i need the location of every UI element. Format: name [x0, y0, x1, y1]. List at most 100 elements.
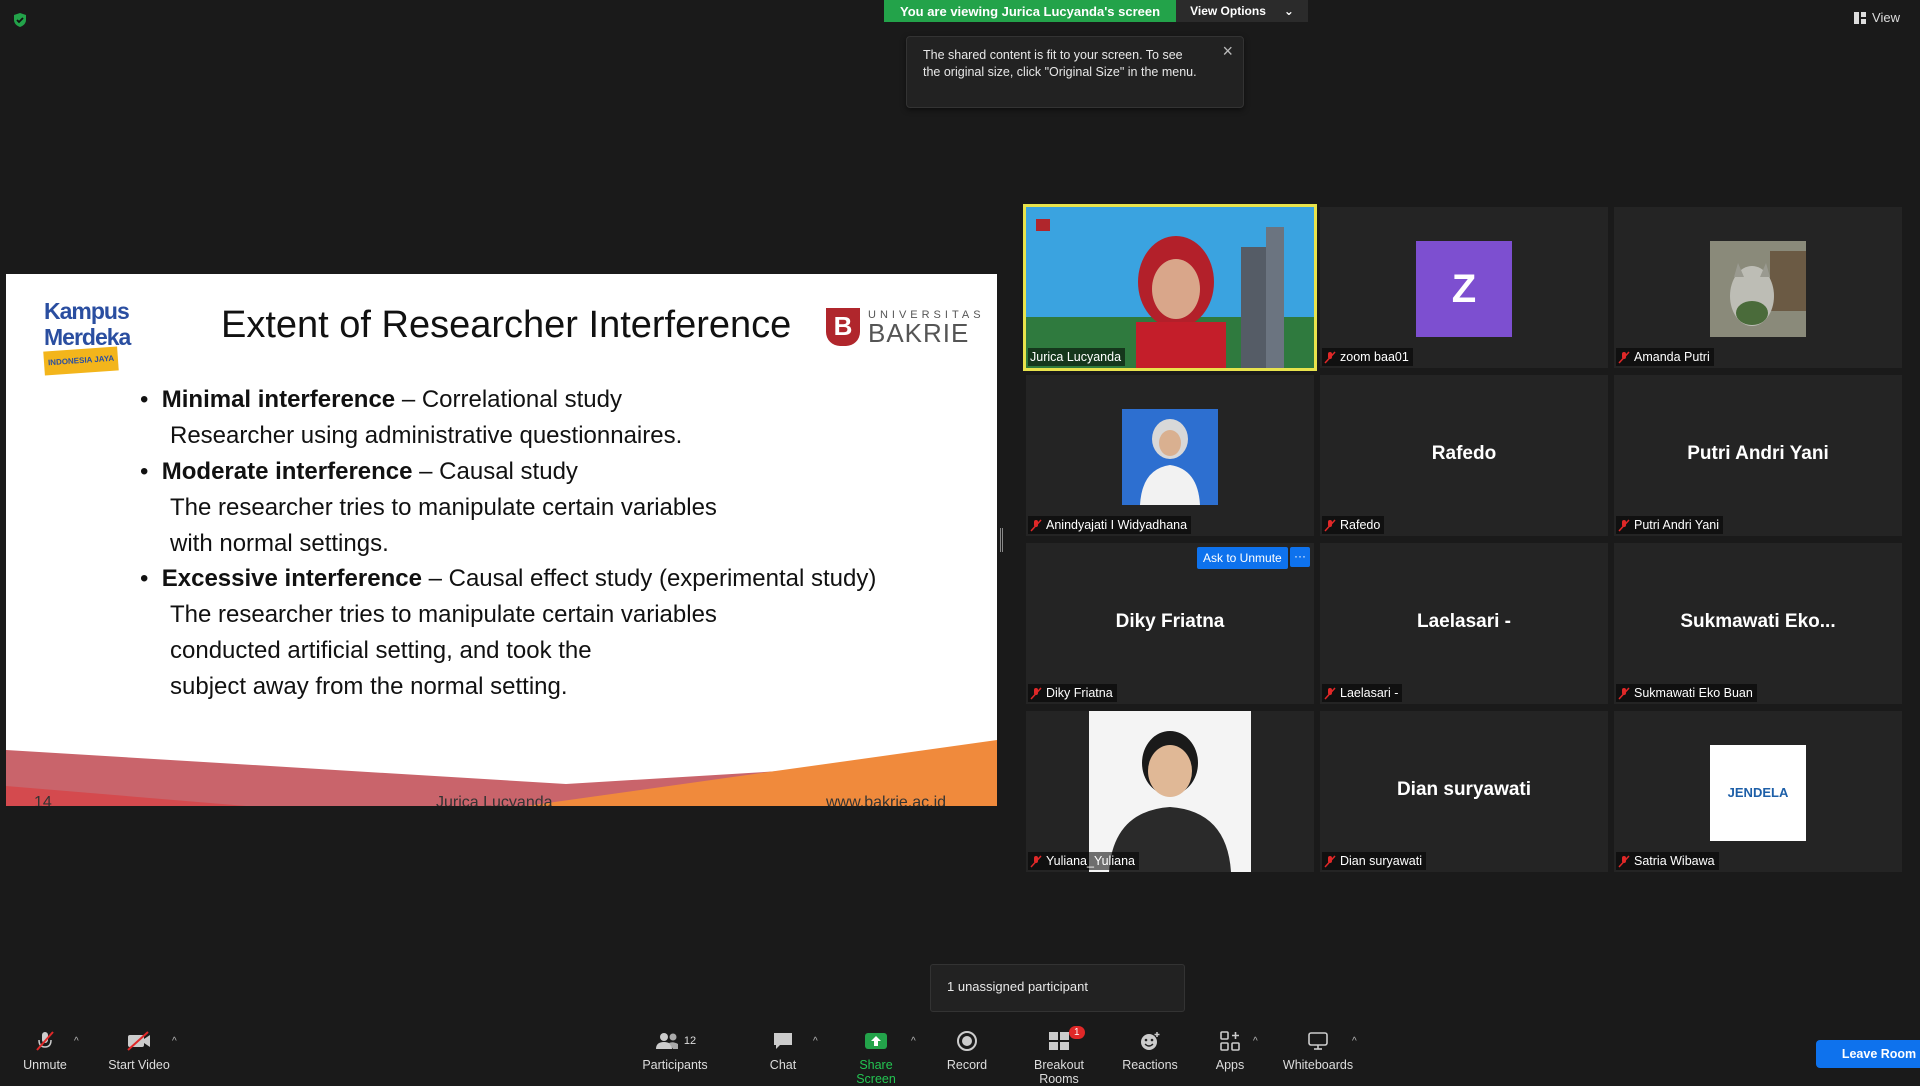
start-video-button[interactable]: Start Video [104, 1030, 174, 1072]
participant-tile[interactable]: Sukmawati Eko... Sukmawati Eko Buan [1614, 543, 1902, 704]
video-options-caret-icon[interactable]: ^ [172, 1036, 177, 1047]
muted-mic-icon [36, 1031, 54, 1051]
view-options-dropdown[interactable]: View Options ⌄ [1176, 0, 1308, 22]
jendela-logo: JENDELA [1710, 745, 1806, 841]
close-icon[interactable]: × [1222, 42, 1233, 60]
reactions-button[interactable]: Reactions [1122, 1030, 1178, 1072]
reactions-label: Reactions [1122, 1058, 1178, 1072]
muted-mic-icon [1324, 854, 1336, 868]
participant-name: zoom baa01 [1340, 350, 1409, 364]
unmute-label: Unmute [23, 1058, 67, 1072]
leave-room-button[interactable]: Leave Room [1816, 1040, 1920, 1068]
bullet-1: • Minimal interference – Correlational s… [140, 386, 622, 413]
apps-label: Apps [1215, 1058, 1245, 1072]
participant-name-tag: Amanda Putri [1616, 348, 1714, 366]
security-shield-icon[interactable] [12, 12, 28, 28]
whiteboards-label: Whiteboards [1282, 1058, 1354, 1072]
footer-page-number: 14 [34, 794, 52, 806]
muted-mic-icon [1618, 518, 1630, 532]
share-screen-label: Share Screen [856, 1058, 896, 1086]
chat-options-caret-icon[interactable]: ^ [813, 1036, 818, 1047]
muted-mic-icon [1618, 350, 1630, 364]
participant-tile[interactable]: Dian suryawati Dian suryawati [1320, 711, 1608, 872]
avatar-letter: Z [1416, 241, 1512, 337]
portrait-photo [1122, 409, 1218, 505]
bullet-3: • Excessive interference – Causal effect… [140, 565, 877, 592]
start-video-label: Start Video [108, 1058, 170, 1072]
participant-name-tag: Satria Wibawa [1616, 852, 1719, 870]
whiteboard-icon [1308, 1032, 1328, 1050]
participants-button[interactable]: 12 Participants [640, 1030, 710, 1072]
share-screen-button[interactable]: Share Screen [840, 1030, 912, 1086]
participant-name: Dian suryawati [1340, 854, 1422, 868]
participant-tile[interactable]: JENDELA Satria Wibawa [1614, 711, 1902, 872]
shared-slide: Kampus Merdeka INDONESIA JAYA Extent of … [6, 274, 997, 806]
apps-options-caret-icon[interactable]: ^ [1253, 1036, 1258, 1047]
participant-name: Anindyajati I Widyadhana [1046, 518, 1188, 532]
ask-to-unmute-button[interactable]: Ask to Unmute [1197, 547, 1288, 569]
participant-name: Rafedo [1340, 518, 1381, 532]
participant-tile[interactable]: Amanda Putri [1614, 207, 1902, 368]
chat-button[interactable]: Chat [763, 1030, 803, 1072]
participant-tile[interactable]: Anindyajati I Widyadhana [1026, 375, 1314, 536]
bullet-3-rest: – Causal effect study (experimental stud… [421, 565, 877, 592]
viewing-screen-label: You are viewing Jurica Lucyanda's screen [884, 0, 1177, 22]
breakout-rooms-button[interactable]: 1 Breakout Rooms [1013, 1026, 1105, 1086]
record-button[interactable]: Record [942, 1030, 992, 1072]
bullet-3-line-3: subject away from the normal setting. [170, 673, 568, 700]
participants-icon [655, 1033, 678, 1049]
tooltip-text: The shared content is fit to your screen… [923, 48, 1197, 79]
screen-share-banner: You are viewing Jurica Lucyanda's screen… [884, 0, 1308, 22]
bullet-1-rest: – Correlational study [395, 386, 622, 413]
muted-mic-icon [1324, 350, 1336, 364]
participant-display-name: Rafedo [1431, 443, 1497, 464]
unassigned-participant-popup[interactable]: 1 unassigned participant [930, 964, 1185, 1012]
grid-layout-icon [1854, 11, 1867, 24]
kampus-logo-line1: Kampus [44, 298, 130, 324]
participant-display-name: Diky Friatna [1115, 611, 1225, 632]
participant-name-tag: Dian suryawati [1322, 852, 1426, 870]
muted-mic-icon [1618, 686, 1630, 700]
participant-tile-speaker[interactable]: Jurica Lucyanda [1023, 204, 1317, 371]
bullet-3-bold: Excessive interference [161, 565, 422, 592]
participant-tile[interactable]: Laelasari - Laelasari - [1320, 543, 1608, 704]
participant-tile[interactable]: Putri Andri Yani Putri Andri Yani [1614, 375, 1902, 536]
cat-photo [1710, 241, 1806, 337]
bullet-1-line-1: Researcher using administrative question… [170, 422, 683, 449]
footer-url: www.bakrie.ac.id [826, 794, 947, 806]
apps-button[interactable]: Apps [1212, 1030, 1248, 1072]
muted-mic-icon [1030, 518, 1042, 532]
participant-name-tag: Anindyajati I Widyadhana [1028, 516, 1192, 534]
whiteboards-button[interactable]: Whiteboards [1282, 1030, 1354, 1072]
breakout-badge: 1 [1069, 1026, 1085, 1039]
muted-mic-icon [1030, 686, 1042, 700]
participants-label: Participants [642, 1058, 708, 1072]
muted-mic-icon [1324, 518, 1336, 532]
apps-icon [1220, 1031, 1240, 1051]
participant-name: Sukmawati Eko Buan [1634, 686, 1753, 700]
video-off-icon [127, 1031, 150, 1051]
participant-tile[interactable]: Rafedo Rafedo [1320, 375, 1608, 536]
universitas-bakrie-logo: B UNIVERSITAS BAKRIE [826, 308, 985, 346]
record-label: Record [946, 1058, 988, 1072]
bullet-1-bold: Minimal interference [161, 386, 396, 413]
bullet-2-line-2: with normal settings. [170, 530, 389, 557]
participant-tile[interactable]: Z zoom baa01 [1320, 207, 1608, 368]
whiteboard-options-caret-icon[interactable]: ^ [1352, 1036, 1357, 1047]
bakrie-shield-icon: B [826, 308, 860, 346]
audio-options-caret-icon[interactable]: ^ [74, 1036, 79, 1047]
participant-tile[interactable]: Yuliana_Yuliana [1026, 711, 1314, 872]
bullet-2: • Moderate interference – Causal study [140, 458, 578, 485]
share-options-caret-icon[interactable]: ^ [911, 1036, 916, 1047]
unmute-button[interactable]: Unmute [20, 1030, 70, 1072]
kampus-logo-line2: Merdeka [44, 324, 131, 350]
more-options-button[interactable]: ··· [1290, 547, 1310, 567]
breakout-rooms-label: Breakout Rooms [1033, 1058, 1085, 1086]
split-resize-handle[interactable] [1000, 528, 1003, 552]
participant-name: Amanda Putri [1634, 350, 1710, 364]
breakout-rooms-icon [1049, 1032, 1069, 1050]
record-icon [957, 1031, 977, 1051]
view-layout-button[interactable]: View [1854, 10, 1900, 25]
view-options-label: View Options [1190, 4, 1266, 18]
participant-name: Diky Friatna [1046, 686, 1113, 700]
